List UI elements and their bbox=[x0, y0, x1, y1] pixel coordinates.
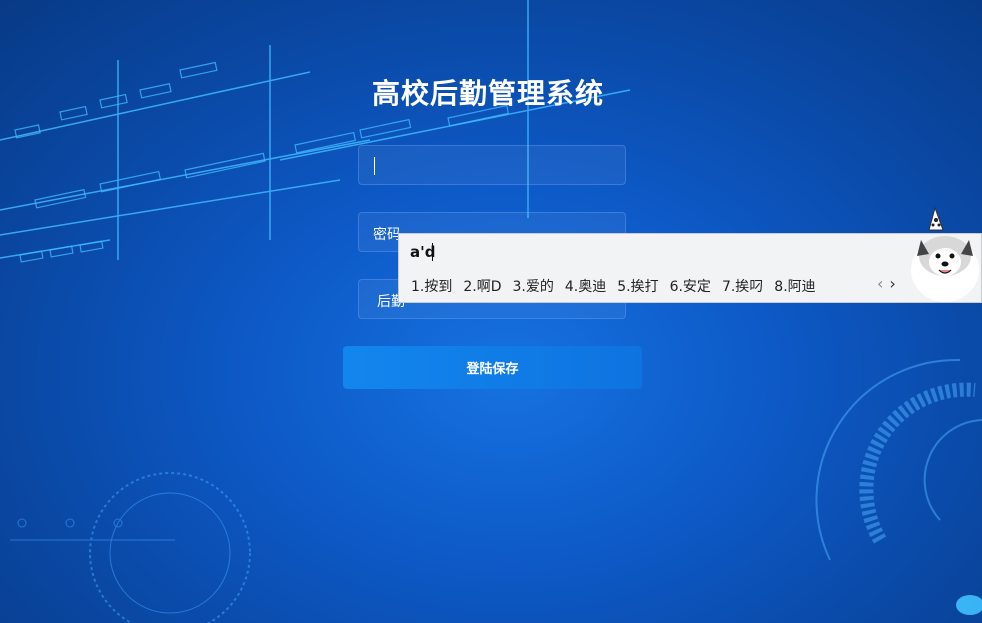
ime-mascot-icon bbox=[911, 206, 979, 302]
username-field[interactable] bbox=[358, 145, 626, 185]
ime-candidate[interactable]: 3.爱的 bbox=[513, 276, 554, 296]
chevron-right-icon[interactable]: › bbox=[889, 274, 895, 293]
page-title: 高校后勤管理系统 bbox=[372, 77, 605, 110]
ime-candidate[interactable]: 1.按到 bbox=[411, 276, 452, 296]
ime-candidate[interactable]: 4.奥迪 bbox=[565, 276, 606, 296]
login-button[interactable]: 登陆保存 bbox=[343, 346, 642, 389]
text-caret bbox=[374, 157, 375, 175]
password-placeholder: 密码 bbox=[373, 227, 401, 243]
ime-candidate[interactable]: 5.挨打 bbox=[617, 276, 658, 296]
ime-caret bbox=[432, 243, 433, 261]
ime-candidate-window: a'd 1.按到 2.啊D 3.爱的 4.奥迪 5.挨打 6.安定 7.挨叼 8… bbox=[398, 206, 982, 303]
ime-candidate[interactable]: 6.安定 bbox=[670, 276, 711, 296]
ime-candidate[interactable]: 2.啊D bbox=[463, 276, 501, 296]
login-screen: 高校后勤管理系统 密码 后勤 登陆保存 a'd 1.按到 2.啊D 3.爱的 4… bbox=[0, 0, 982, 623]
chevron-left-icon[interactable]: ‹ bbox=[877, 274, 883, 293]
ime-page-nav: ‹ › bbox=[877, 274, 896, 293]
ime-candidate[interactable]: 7.挨叼 bbox=[722, 276, 763, 296]
ime-candidate[interactable]: 8.阿迪 bbox=[774, 276, 815, 296]
ime-candidate-list: 1.按到 2.啊D 3.爱的 4.奥迪 5.挨打 6.安定 7.挨叼 8.阿迪 bbox=[411, 276, 827, 296]
